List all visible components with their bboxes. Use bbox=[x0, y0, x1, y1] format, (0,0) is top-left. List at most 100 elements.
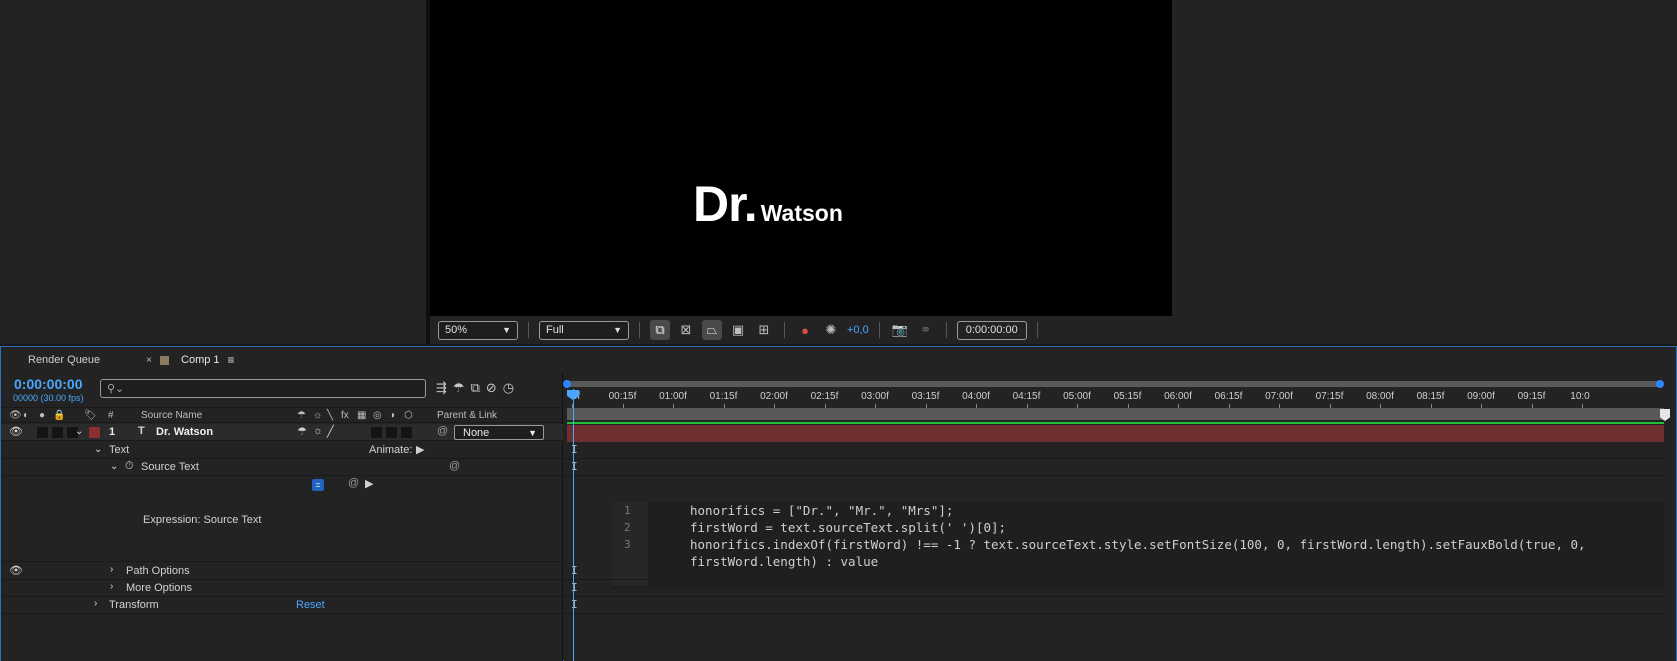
ruler-tick-label: 07:15f bbox=[1315, 391, 1344, 402]
color-channels-icon[interactable]: ● bbox=[795, 320, 815, 340]
hamburger-menu-icon[interactable]: ≡ bbox=[228, 353, 235, 367]
code-line: honorifics.indexOf(firstWord) !== -1 ? t… bbox=[690, 537, 1586, 552]
audio-toggle[interactable] bbox=[37, 427, 48, 438]
composition-viewer[interactable]: Dr. Watson bbox=[430, 0, 1172, 316]
mask-visibility-icon[interactable]: ⏢ bbox=[702, 320, 722, 340]
timeline-header: 0:00:00:00 00000 (30.00 fps) ⚲⌄ ⇶ ☂ ⧉ ⊘ … bbox=[1, 373, 563, 403]
pick-whip-icon[interactable]: @ bbox=[437, 425, 448, 437]
chevron-right-icon[interactable]: › bbox=[94, 598, 97, 609]
audio-icon: ◐ bbox=[23, 410, 30, 421]
divider bbox=[528, 322, 529, 338]
divider bbox=[878, 322, 880, 338]
chevron-down-icon[interactable]: ⌄ bbox=[94, 444, 102, 455]
code-lines[interactable]: honorifics = ["Dr.", "Mr.", "Mrs"]; firs… bbox=[690, 502, 1586, 570]
animate-play-icon[interactable]: ▶ bbox=[416, 443, 424, 456]
reset-link[interactable]: Reset bbox=[296, 599, 325, 611]
color-management-icon[interactable]: ✺ bbox=[821, 320, 841, 340]
exposure-value[interactable]: +0,0 bbox=[847, 324, 869, 336]
property-group-more-options[interactable]: › More Options bbox=[1, 580, 563, 597]
divider bbox=[945, 322, 947, 338]
search-input[interactable]: ⚲⌄ bbox=[100, 379, 426, 398]
line-number: 3 bbox=[624, 538, 631, 551]
column-parent-link[interactable]: Parent & Link bbox=[437, 410, 497, 421]
shy-layers-icon[interactable]: ⧉ bbox=[471, 380, 480, 396]
chevron-down-icon: ▼ bbox=[502, 325, 511, 335]
time-navigator[interactable] bbox=[563, 380, 1664, 388]
ruler-tick-label: 05:15f bbox=[1113, 391, 1142, 402]
ruler-tick-label: 09:00f bbox=[1467, 391, 1495, 402]
expression-language-menu-icon[interactable]: ▶ bbox=[365, 477, 373, 490]
ruler-tick-label: 06:15f bbox=[1214, 391, 1243, 402]
quality-switch-icon[interactable]: ╱ bbox=[327, 425, 334, 438]
code-line: firstWord = text.sourceText.split(' ')[0… bbox=[690, 520, 1007, 535]
property-group-text[interactable]: ⌄ Text Animate: ▶ bbox=[1, 442, 563, 459]
shy-switch-icon: ☂ bbox=[297, 410, 306, 421]
enable-expression-icon[interactable]: = bbox=[312, 479, 324, 491]
chevron-down-icon: ▼ bbox=[613, 325, 622, 335]
property-source-text[interactable]: ⌄ ⏱ Source Text @ bbox=[1, 459, 563, 476]
3d-toggle[interactable] bbox=[401, 427, 412, 438]
ruler-tick-label: 02:15f bbox=[810, 391, 839, 402]
ruler-tick-label: 09:15f bbox=[1517, 391, 1546, 402]
region-of-interest-icon[interactable]: ▣ bbox=[728, 320, 748, 340]
shy-switch-icon[interactable]: ☂ bbox=[297, 425, 307, 438]
tab-render-queue[interactable]: Render Queue bbox=[1, 347, 112, 373]
viewer-toolbar: 50% ▼ Full ▼ ⧉ ⊠ ⏢ ▣ ⊞ ● ✺ +0,0 📷 ⚭ 0:00:0… bbox=[430, 316, 1677, 344]
current-time-display[interactable]: 0:00:00:00 bbox=[14, 376, 83, 392]
resolution-dropdown[interactable]: Full ▼ bbox=[539, 320, 629, 340]
line-number: 1 bbox=[624, 504, 631, 517]
work-area-bar[interactable] bbox=[567, 408, 1664, 420]
quality-switch-icon: ╲ bbox=[327, 410, 334, 421]
layer-label-color[interactable] bbox=[89, 427, 100, 438]
solo-toggle[interactable] bbox=[52, 427, 63, 438]
zoom-dropdown[interactable]: 50% ▼ bbox=[438, 320, 518, 340]
column-source-name[interactable]: Source Name bbox=[141, 410, 202, 421]
composition-canvas[interactable]: Dr. Watson bbox=[430, 0, 1172, 316]
adjustment-toggle[interactable] bbox=[386, 427, 397, 438]
property-label-more-options: More Options bbox=[126, 582, 193, 594]
transparency-grid-icon[interactable]: ⊠ bbox=[676, 320, 696, 340]
cached-frames-indicator bbox=[567, 422, 1664, 424]
resolution-value: Full bbox=[546, 324, 564, 336]
time-ruler[interactable]: 0f00:15f01:00f01:15f02:00f02:15f03:00f03… bbox=[564, 389, 1676, 409]
viewer-timecode[interactable]: 0:00:00:00 bbox=[956, 320, 1027, 340]
eye-icon[interactable]: 👁 bbox=[9, 425, 23, 438]
timeline-panel: Render Queue × Comp 1 ≡ 0:00:00:00 00000… bbox=[0, 346, 1677, 661]
grid-guides-icon[interactable]: ⊞ bbox=[754, 320, 774, 340]
chevron-right-icon[interactable]: › bbox=[110, 581, 113, 592]
motion-blur-toggle[interactable] bbox=[371, 427, 382, 438]
tab-label: Comp 1 bbox=[181, 354, 220, 366]
layer-duration-bar[interactable] bbox=[567, 425, 1664, 442]
layer-row[interactable]: 👁 ⌄ 1 T Dr. Watson ☂ ☼ ╱ @ None ▼ bbox=[1, 424, 563, 441]
motion-blur-icon[interactable]: ◷ bbox=[503, 380, 514, 396]
chevron-down-icon[interactable]: ⌄ bbox=[110, 461, 118, 472]
comp-text-name: Watson bbox=[760, 200, 843, 226]
comp-text-layer[interactable]: Dr. Watson bbox=[693, 175, 843, 233]
property-group-transform[interactable]: › Transform Reset bbox=[1, 597, 563, 614]
composition-mini-flowchart-icon[interactable]: ⇶ bbox=[436, 380, 447, 396]
chevron-right-icon[interactable]: › bbox=[110, 564, 113, 575]
tab-comp-1[interactable]: × Comp 1 ≡ bbox=[112, 347, 246, 373]
close-icon[interactable]: × bbox=[146, 355, 152, 366]
time-graph[interactable]: 0f00:15f01:00f01:15f02:00f02:15f03:00f03… bbox=[563, 373, 1676, 661]
parent-dropdown[interactable]: None ▼ bbox=[454, 425, 544, 440]
layer-name[interactable]: Dr. Watson bbox=[156, 426, 213, 438]
current-time-indicator[interactable] bbox=[573, 389, 574, 661]
show-snapshot-icon[interactable]: ⚭ bbox=[916, 320, 936, 340]
ruler-tick-label: 10:0 bbox=[1570, 391, 1590, 402]
chevron-down-icon[interactable]: ⌄ bbox=[75, 426, 83, 437]
ibeam-marker-icon: I bbox=[571, 581, 578, 594]
frame-blending-icon[interactable]: ⊘ bbox=[486, 380, 497, 396]
ruler-tick-label: 03:00f bbox=[861, 391, 889, 402]
time-row: I bbox=[564, 442, 1664, 459]
expression-row: = @ ▶ Expression: Source Text bbox=[1, 476, 563, 562]
fast-previews-icon[interactable]: ⧉ bbox=[650, 320, 670, 340]
stopwatch-icon[interactable]: ⏱ bbox=[125, 460, 134, 473]
collapse-switch-icon[interactable]: ☼ bbox=[313, 425, 323, 437]
camera-snapshot-icon[interactable]: 📷 bbox=[890, 320, 910, 340]
draft-3d-icon[interactable]: ☂ bbox=[453, 380, 465, 396]
property-group-path-options[interactable]: 👁 › Path Options bbox=[1, 563, 563, 580]
pick-whip-icon[interactable]: @ bbox=[449, 460, 460, 472]
expression-graph-icon[interactable]: @ bbox=[348, 477, 359, 489]
eye-icon[interactable]: 👁 bbox=[9, 564, 23, 577]
